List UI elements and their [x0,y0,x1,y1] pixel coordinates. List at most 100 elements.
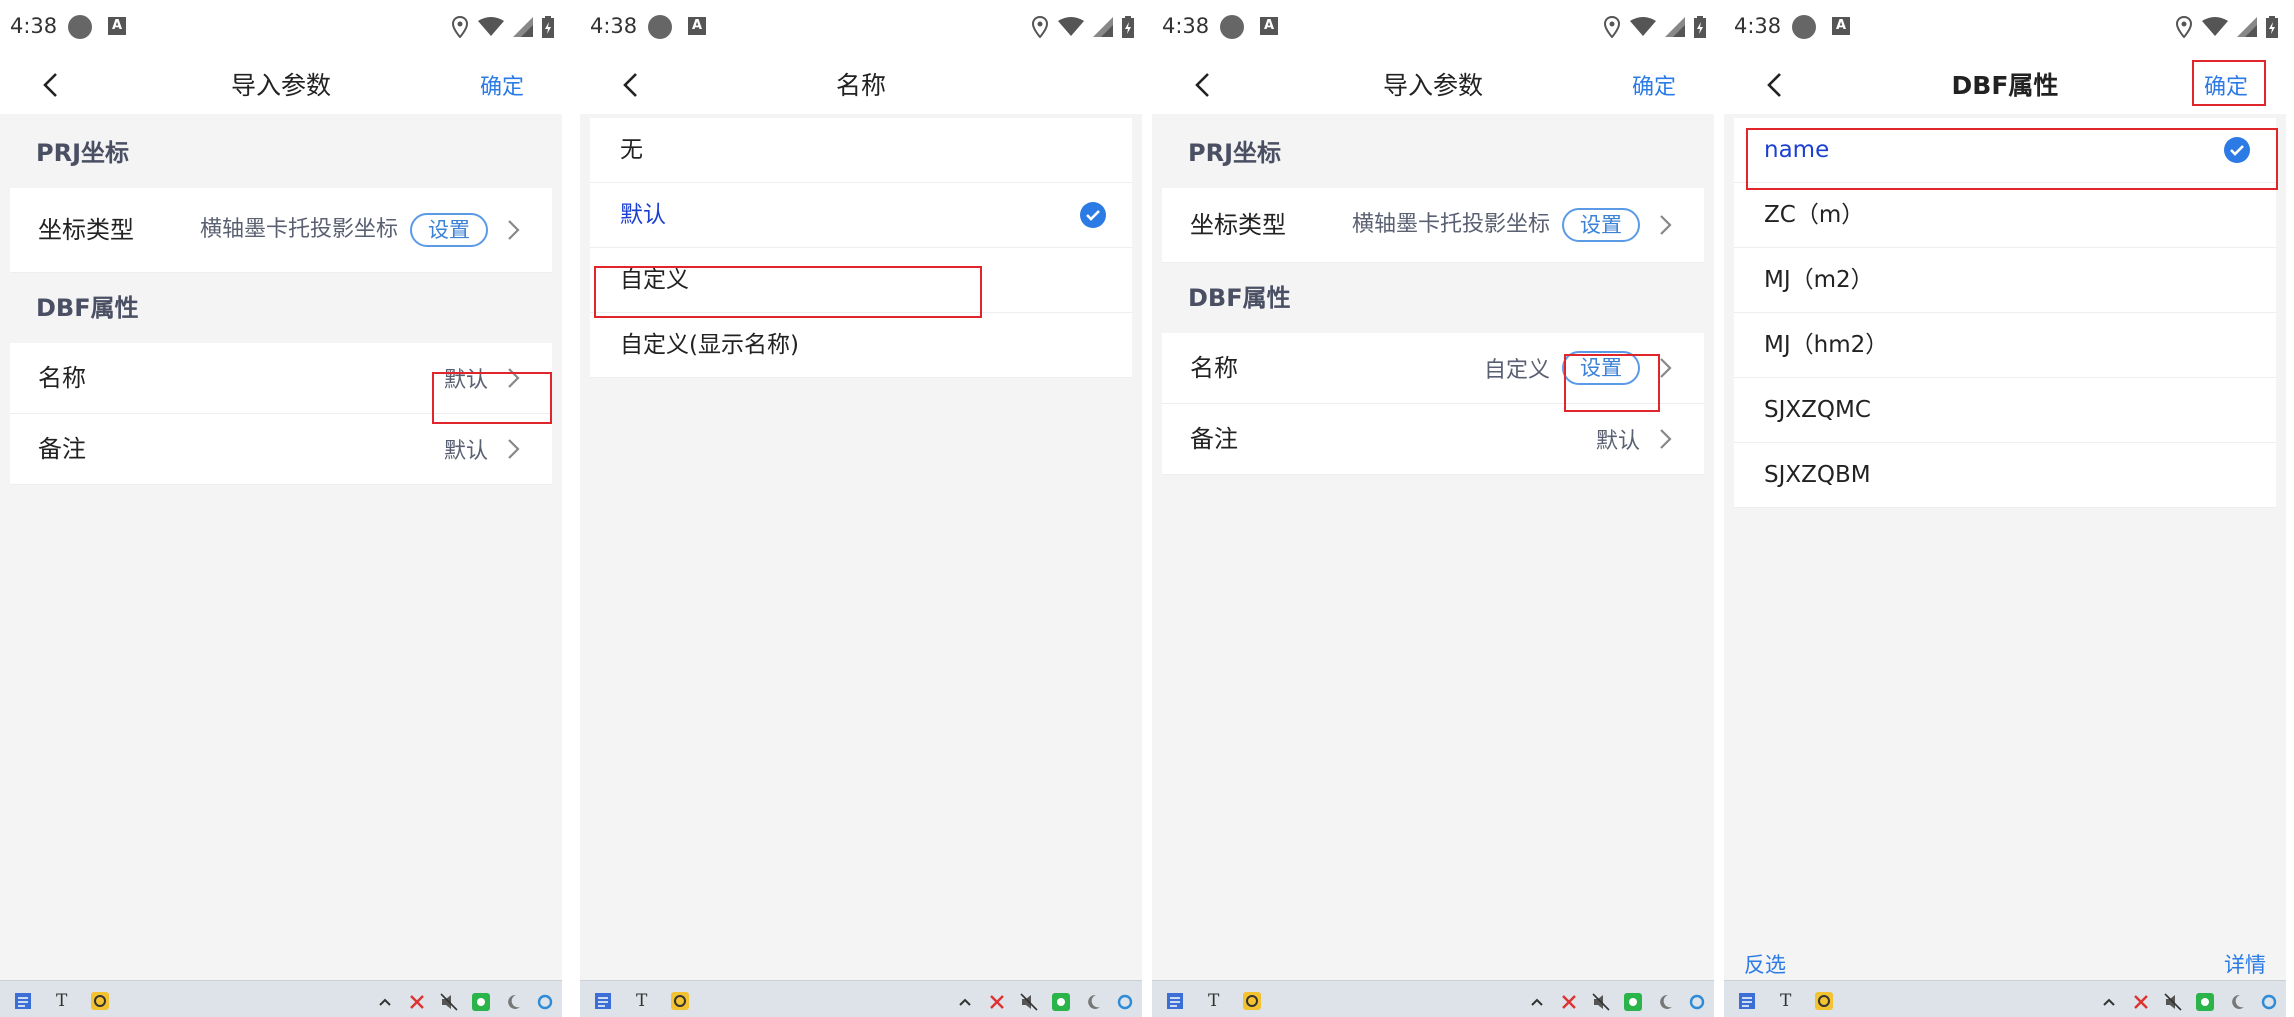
nav-bar: 名称 [580,56,1142,114]
field-item-zc[interactable]: ZC（m） [1734,183,2276,248]
check-circle-icon [1080,202,1106,228]
option-custom[interactable]: 自定义 [590,248,1132,313]
app-icon [91,992,110,1010]
text-icon: T [1780,991,1792,1011]
moon-icon [508,994,520,1009]
battery-icon [542,16,554,38]
name-value: 自定义 [1483,358,1550,383]
field-label: ZC（m） [1764,202,1865,228]
details-button[interactable]: 详情 [2224,949,2266,979]
field-label: SJXZQMC [1764,397,1871,423]
notification-dot-icon [648,15,672,39]
location-icon [451,16,469,38]
wechat-icon [472,993,490,1011]
tray-x-icon [990,995,1004,1009]
notes-icon [15,993,31,1009]
mute-icon [440,993,458,1011]
page-title: DBF属性 [1951,71,2059,100]
taskbar: T [0,980,562,1017]
chevron-right-icon [508,368,520,388]
field-item-name[interactable]: name [1734,118,2276,183]
back-arrow-icon[interactable] [1184,64,1224,106]
text-icon: T [636,991,648,1011]
a-badge-icon: A [108,17,126,35]
back-arrow-icon[interactable] [32,64,72,106]
chevron-right-icon [508,439,520,459]
row-name[interactable]: 名称 默认 [10,343,552,414]
option-label: 自定义(显示名称) [620,332,799,358]
field-item-mj-m2[interactable]: MJ（m2） [1734,248,2276,313]
notes-icon [1739,993,1755,1009]
coordinate-type-value: 横轴墨卡托投影坐标 [1351,212,1550,237]
field-label: SJXZQBM [1764,462,1871,488]
confirm-button[interactable]: 确定 [1632,69,1676,101]
notification-dot-icon [1220,15,1244,39]
invert-selection-button[interactable]: 反选 [1744,949,1786,979]
field-item-mj-hm2[interactable]: MJ（hm2） [1734,313,2276,378]
a-badge-icon: A [1832,17,1850,35]
text-icon: T [56,991,68,1011]
app-icon [1815,992,1834,1010]
section-header-dbf: DBF属性 [10,273,552,343]
back-arrow-icon[interactable] [1756,64,1796,106]
remark-value: 默认 [1595,429,1640,454]
check-circle-icon [2224,137,2250,163]
name-settings-button[interactable]: 设置 [1562,351,1640,385]
field-item-sjxzqmc[interactable]: SJXZQMC [1734,378,2276,443]
confirm-button[interactable]: 确定 [480,69,524,101]
panel-import-params-1: 4:38 A 导入参数 确定 PRJ坐标 坐标类型 横轴墨卡托投影坐标 设置 D… [0,0,562,1017]
panel-import-params-2: 4:38 A 导入参数 确定 PRJ坐标 坐标类型 横轴墨卡托投影坐标 设置 D… [1152,0,1714,1017]
signal-icon [1093,17,1113,37]
option-none[interactable]: 无 [590,118,1132,183]
tray-x-icon [410,995,424,1009]
chevron-up-icon [2103,998,2115,1006]
mute-icon [1020,993,1038,1011]
row-remark[interactable]: 备注 默认 [10,414,552,485]
back-arrow-icon[interactable] [612,64,652,106]
remark-value: 默认 [443,439,488,464]
coordinate-settings-button[interactable]: 设置 [1562,208,1640,242]
battery-icon [1122,16,1134,38]
moon-icon [1660,994,1672,1009]
row-coordinate-type[interactable]: 坐标类型 横轴墨卡托投影坐标 设置 [1162,188,1704,263]
wechat-icon [1624,993,1642,1011]
field-label: MJ（m2） [1764,267,1874,293]
battery-icon [1694,16,1706,38]
taskbar: T [1152,980,1714,1017]
field-label: name [1764,137,1830,163]
chevron-right-icon [508,220,520,240]
wifi-icon [1058,17,1084,36]
sync-icon [1117,994,1133,1010]
chevron-right-icon [1660,358,1672,378]
row-remark[interactable]: 备注 默认 [1162,404,1704,475]
location-icon [2175,16,2193,38]
bottom-action-bar: 反选 详情 [1724,935,2286,985]
row-coordinate-type[interactable]: 坐标类型 横轴墨卡托投影坐标 设置 [10,188,552,273]
status-bar: 4:38 A [0,0,562,56]
section-header-prj: PRJ坐标 [1162,118,1704,188]
panel-name-options: 4:38 A 名称 无 默认 自定义 自定义(显示名称) T [580,0,1142,1017]
chevron-up-icon [379,998,391,1006]
confirm-button[interactable]: 确定 [2204,69,2248,101]
location-icon [1603,16,1621,38]
coordinate-settings-button[interactable]: 设置 [410,213,488,247]
status-bar: 4:38 A [1724,0,2286,56]
name-label: 名称 [1190,354,1238,382]
row-name[interactable]: 名称 自定义 设置 [1162,333,1704,404]
option-custom-display-name[interactable]: 自定义(显示名称) [590,313,1132,378]
option-default[interactable]: 默认 [590,183,1132,248]
status-time: 4:38 [1734,14,1782,38]
coordinate-type-label: 坐标类型 [1190,211,1286,239]
sync-icon [2261,994,2277,1010]
tray-x-icon [1562,995,1576,1009]
app-icon [671,992,690,1010]
option-label: 自定义 [620,267,689,293]
chevron-right-icon [1660,429,1672,449]
field-item-sjxzqbm[interactable]: SJXZQBM [1734,443,2276,508]
battery-icon [2266,16,2278,38]
wechat-icon [1052,993,1070,1011]
taskbar: T [580,980,1142,1017]
app-icon [1243,992,1262,1010]
text-icon: T [1208,991,1220,1011]
moon-icon [2232,994,2244,1009]
